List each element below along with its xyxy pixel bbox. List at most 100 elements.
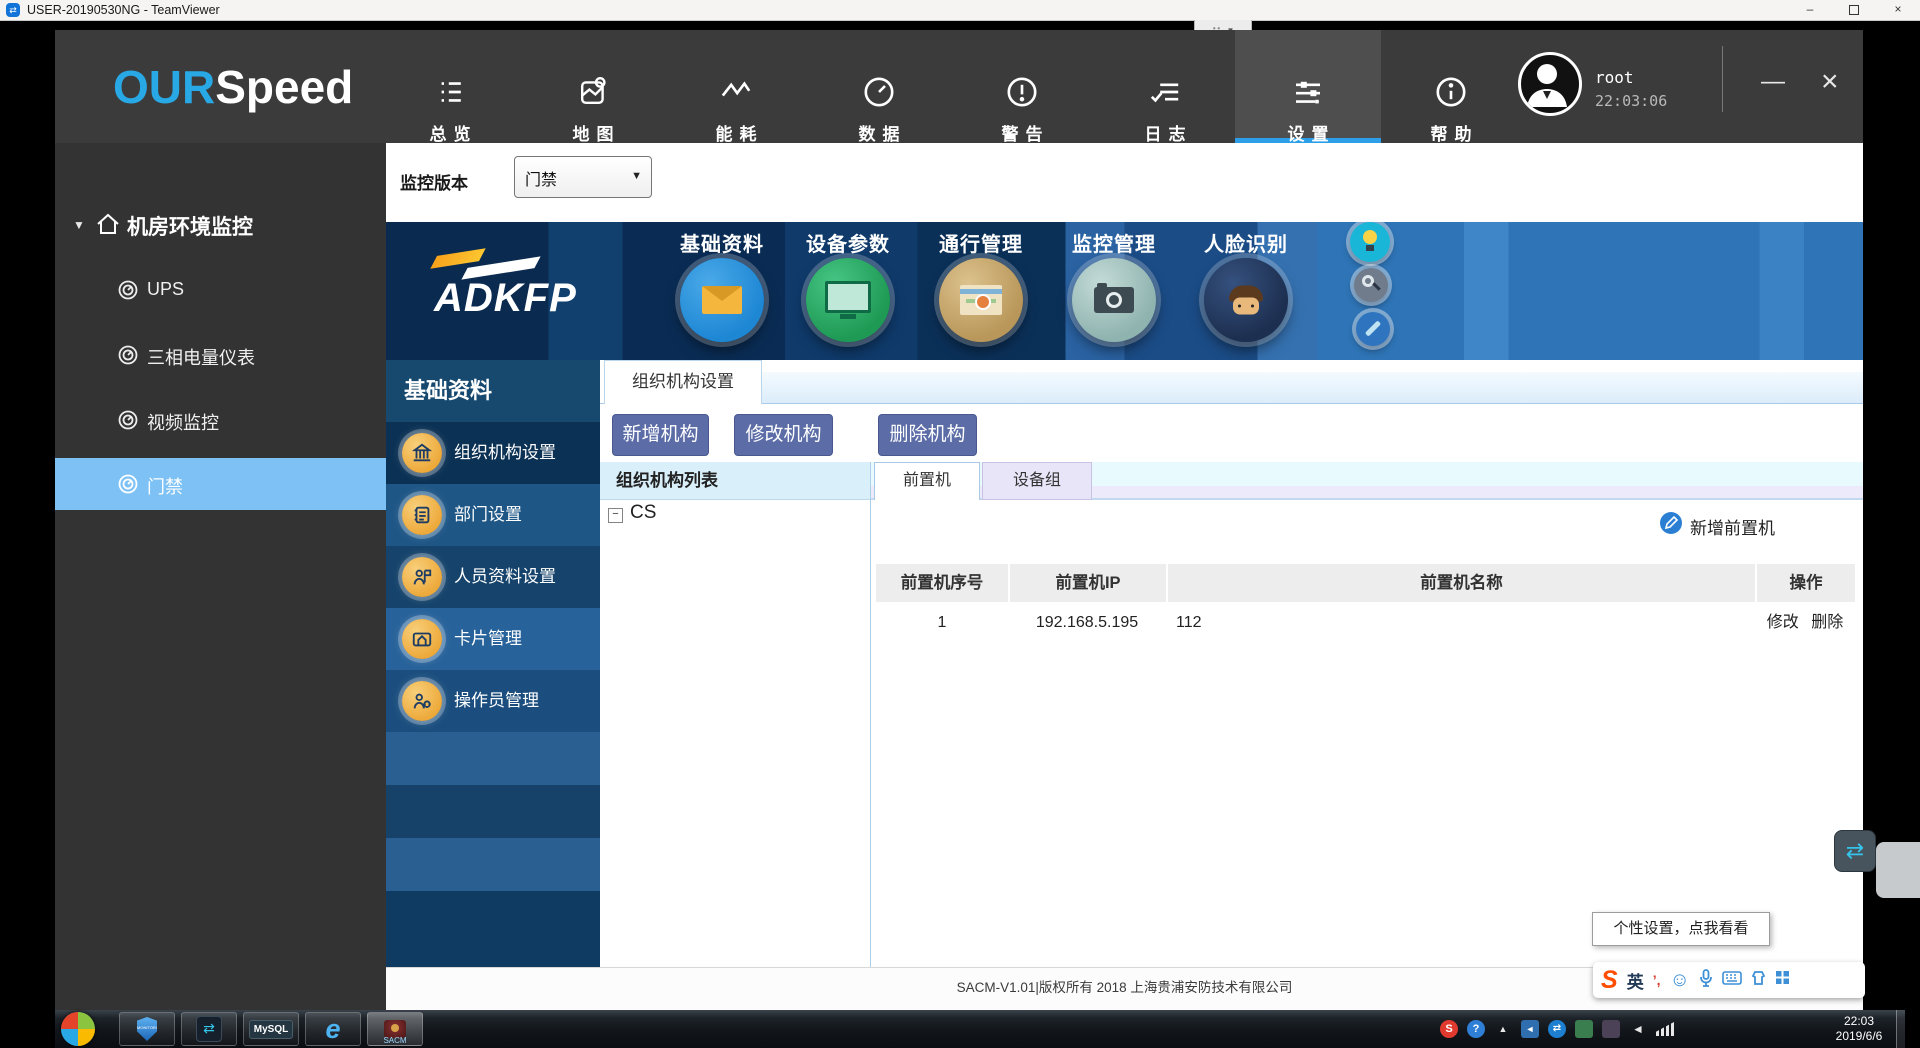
left-sidebar: ▼ 机房环境监控 UPS 三相电量仪表 视频监控 门禁 bbox=[55, 143, 386, 1010]
hidden-icons-caret[interactable]: ▲ bbox=[1494, 1020, 1512, 1038]
audio-device-icon[interactable]: ◄ bbox=[1521, 1020, 1539, 1038]
toolbox-grid-icon[interactable] bbox=[1775, 970, 1790, 990]
nav-tab-energy[interactable]: 能耗 bbox=[676, 30, 796, 143]
gauge-icon bbox=[117, 409, 139, 431]
remote-desktop-screen: ⇄ USER-20190530NG - TeamViewer – × ▼ OUR… bbox=[0, 0, 1920, 1048]
mail-icon bbox=[702, 286, 742, 314]
tab-device-group[interactable]: 设备组 bbox=[982, 462, 1092, 500]
mic-icon[interactable] bbox=[1699, 969, 1713, 992]
magnifier-icon[interactable] bbox=[1354, 268, 1388, 302]
emoji-icon[interactable]: ☺ bbox=[1669, 969, 1689, 992]
edit-org-button[interactable]: 修改机构 bbox=[734, 414, 833, 456]
taskbar-ie-browser[interactable]: e bbox=[305, 1012, 361, 1046]
sogou-tray-icon[interactable]: S bbox=[1440, 1020, 1458, 1038]
nav-tab-settings[interactable]: 设置 bbox=[1235, 30, 1381, 143]
sidebar-item-power-meter[interactable]: 三相电量仪表 bbox=[55, 335, 386, 375]
monitor-version-label: 监控版本 bbox=[400, 169, 468, 194]
row-edit-link[interactable]: 修改 bbox=[1767, 614, 1799, 631]
keyboard-icon[interactable] bbox=[1722, 971, 1742, 990]
menu-item-card-management[interactable]: 卡片管理 bbox=[386, 608, 600, 670]
user-avatar[interactable] bbox=[1518, 52, 1582, 116]
pencil-icon[interactable] bbox=[1356, 312, 1390, 346]
taskbar-remote-arrows-app[interactable]: ⇄ bbox=[181, 1012, 237, 1046]
app-close-button[interactable]: × bbox=[1821, 70, 1839, 94]
nav-tab-alert[interactable]: 警告 bbox=[962, 30, 1082, 143]
sidebar-item-access-control[interactable]: 门禁 bbox=[55, 458, 386, 510]
gauge-icon bbox=[117, 473, 139, 495]
taskbar-mysql-app[interactable]: MySQL bbox=[243, 1012, 299, 1046]
cell-name: 112 bbox=[1166, 602, 1755, 644]
nav-tab-help[interactable]: 帮助 bbox=[1391, 30, 1511, 143]
session-time: 22:03:06 bbox=[1595, 92, 1667, 110]
gauge-icon bbox=[861, 74, 897, 110]
nav-tab-log[interactable]: 日志 bbox=[1105, 30, 1225, 143]
edge-arrows-handle[interactable]: ⇄ bbox=[1834, 830, 1876, 872]
nav-tab-data[interactable]: 数据 bbox=[819, 30, 939, 143]
tree-collapse-icon[interactable]: − bbox=[608, 508, 623, 523]
add-org-button[interactable]: 新增机构 bbox=[612, 414, 709, 456]
clock-time: 22:03 bbox=[1817, 1014, 1901, 1029]
sidebar-section-room-monitoring[interactable]: ▼ 机房环境监控 bbox=[55, 205, 386, 245]
sidebar-item-video-monitoring[interactable]: 视频监控 bbox=[55, 400, 386, 440]
network-tray-icon[interactable] bbox=[1656, 1022, 1674, 1036]
module-basic-data-button[interactable] bbox=[680, 258, 764, 342]
mysql-icon: MySQL bbox=[249, 1020, 293, 1039]
menu-item-department-settings[interactable]: 部门设置 bbox=[386, 484, 600, 546]
monitor-version-select[interactable]: 门禁 ▼ bbox=[514, 156, 652, 198]
app-minimize-button[interactable]: — bbox=[1761, 70, 1785, 94]
app-header: OURSpeed 总览 地图 能耗 数据 警告 日志 设置 bbox=[55, 30, 1863, 143]
module-face-recognition-button[interactable] bbox=[1204, 258, 1288, 342]
taskbar-monitoring-app[interactable]: MONITORING bbox=[119, 1012, 175, 1046]
menu-item-org-settings[interactable]: 组织机构设置 bbox=[386, 422, 600, 484]
list-icon bbox=[432, 74, 468, 110]
module-device-params-button[interactable] bbox=[806, 258, 890, 342]
ime-tooltip[interactable]: 个性设置，点我看看 bbox=[1592, 912, 1770, 946]
help-tray-icon[interactable]: ? bbox=[1467, 1020, 1485, 1038]
show-desktop-button[interactable] bbox=[1896, 1010, 1905, 1048]
taskbar-sacm-app[interactable]: SACM bbox=[367, 1012, 423, 1046]
tree-node-cs[interactable]: CS bbox=[630, 502, 656, 524]
clock-date: 2019/6/6 bbox=[1817, 1029, 1901, 1044]
module-label-monitor-mgmt: 监控管理 bbox=[1044, 228, 1184, 257]
menu-empty-stripes bbox=[386, 732, 600, 967]
sidebar-item-ups[interactable]: UPS bbox=[55, 270, 386, 310]
col-header-actions: 操作 bbox=[1755, 564, 1855, 602]
tv-maximize-button[interactable] bbox=[1832, 0, 1876, 20]
security-tray-icon[interactable] bbox=[1602, 1020, 1620, 1038]
delete-org-button[interactable]: 删除机构 bbox=[878, 414, 977, 456]
tab-front-machine[interactable]: 前置机 bbox=[874, 462, 980, 500]
sogou-ime-bar[interactable]: S 英 ’, ☺ bbox=[1593, 962, 1865, 998]
internet-explorer-icon: e bbox=[325, 1015, 340, 1043]
gauge-icon bbox=[117, 279, 139, 301]
bulb-icon[interactable] bbox=[1350, 222, 1390, 262]
menu-item-operator-management[interactable]: 操作员管理 bbox=[386, 670, 600, 732]
teamviewer-logo-icon: ⇄ bbox=[6, 3, 20, 17]
volume-tray-icon[interactable]: ◄ bbox=[1629, 1020, 1647, 1038]
info-icon bbox=[1433, 74, 1469, 110]
module-monitor-mgmt-button[interactable] bbox=[1072, 258, 1156, 342]
display-tray-icon[interactable] bbox=[1575, 1020, 1593, 1038]
ime-punctuation-toggle[interactable]: ’, bbox=[1653, 972, 1661, 988]
taskbar-clock[interactable]: 22:03 2019/6/6 bbox=[1817, 1014, 1901, 1044]
menu-section-header: 基础资料 bbox=[386, 360, 600, 422]
gauge-icon bbox=[117, 344, 139, 366]
tab-org-settings[interactable]: 组织机构设置 bbox=[604, 360, 762, 404]
add-front-machine-link[interactable]: 新增前置机 bbox=[1690, 514, 1775, 539]
tv-minimize-button[interactable]: – bbox=[1788, 0, 1832, 20]
sogou-logo-icon[interactable]: S bbox=[1601, 965, 1618, 995]
menu-item-personnel-settings[interactable]: 人员资料设置 bbox=[386, 546, 600, 608]
edge-panel-tab[interactable] bbox=[1876, 842, 1920, 898]
tv-close-button[interactable]: × bbox=[1876, 0, 1920, 20]
pencil-circle-icon[interactable] bbox=[1660, 512, 1682, 534]
teamviewer-titlebar: ⇄ USER-20190530NG - TeamViewer – × bbox=[0, 0, 1920, 21]
start-button[interactable] bbox=[61, 1012, 95, 1046]
module-label-face-recognition: 人脸识别 bbox=[1176, 228, 1316, 257]
nav-tab-overview[interactable]: 总览 bbox=[390, 30, 510, 143]
module-label-access-mgmt: 通行管理 bbox=[911, 228, 1051, 257]
nav-tab-map[interactable]: 地图 bbox=[533, 30, 653, 143]
row-delete-link[interactable]: 删除 bbox=[1811, 614, 1843, 631]
module-access-mgmt-button[interactable] bbox=[939, 258, 1023, 342]
skin-person-icon[interactable] bbox=[1751, 970, 1766, 991]
ime-language-toggle[interactable]: 英 bbox=[1627, 968, 1644, 993]
teamviewer-tray-icon[interactable]: ⇄ bbox=[1548, 1020, 1566, 1038]
